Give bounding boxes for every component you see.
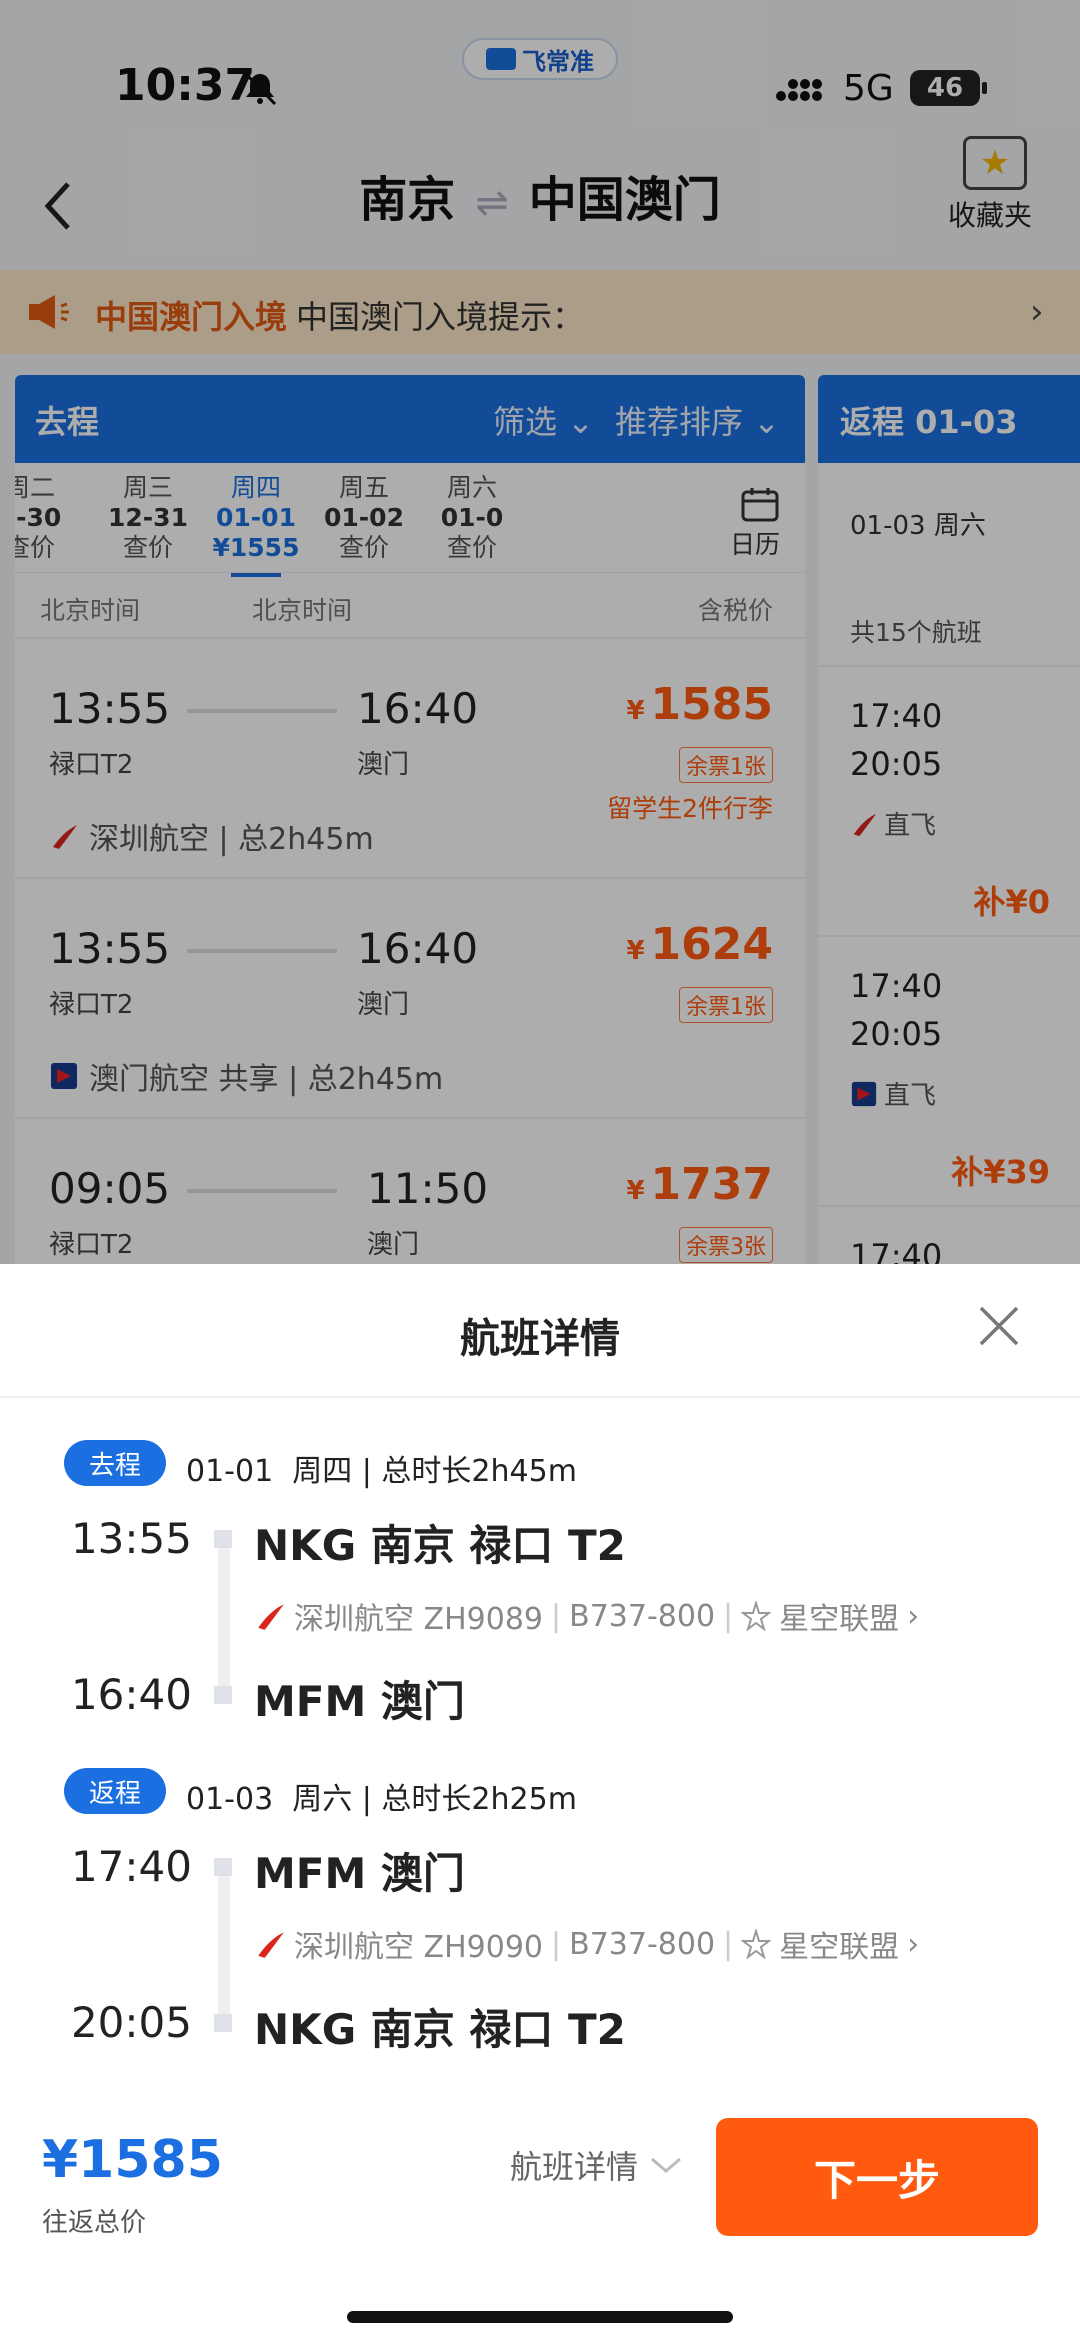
segment-aircraft: B737-800 — [569, 1926, 716, 1962]
segment-summary: 01-01 周四 | 总时长2h45m — [186, 1454, 577, 1489]
segment-pill: 去程 — [64, 1440, 166, 1486]
segment-aircraft: B737-800 — [569, 1598, 716, 1634]
segment-arr-stop: MFM 澳门 — [254, 1677, 465, 1726]
segment-dep-stop: NKG 南京 禄口 T2 — [254, 1521, 626, 1570]
segment-pill: 返程 — [64, 1768, 166, 1814]
segment-arr-time: 20:05 — [70, 1998, 192, 2047]
segment-airline: 深圳航空 ZH9089 — [294, 1602, 543, 1637]
separator: | — [551, 1598, 562, 1634]
modal-overlay[interactable] — [0, 0, 1080, 1264]
timeline-node — [214, 1530, 232, 1548]
total-price-label: 往返总价 — [42, 2208, 147, 2238]
home-indicator[interactable] — [347, 2311, 733, 2323]
segment-airline: 深圳航空 ZH9090 — [294, 1930, 543, 1965]
flight-detail-toggle[interactable]: 航班详情 — [510, 2142, 684, 2188]
shenzhen-airlines-icon — [258, 1604, 284, 1630]
segment-flight-info[interactable]: 深圳航空 ZH9090 | B737-800 | 星空联盟 › — [254, 1922, 919, 1966]
timeline-rail — [218, 1536, 230, 1696]
segment-arr-time: 16:40 — [70, 1670, 192, 1719]
timeline-node — [214, 1686, 232, 1704]
timeline-rail — [218, 1864, 230, 2024]
segment-dep-time: 13:55 — [70, 1514, 192, 1563]
segment-alliance: 星空联盟 — [779, 1602, 900, 1637]
separator: | — [551, 1926, 562, 1962]
star-alliance-icon — [741, 1601, 772, 1631]
chevron-right-icon: › — [907, 1598, 920, 1634]
segment-dep-time: 17:40 — [70, 1842, 192, 1891]
next-step-button[interactable]: 下一步 — [716, 2118, 1038, 2236]
divider — [0, 1396, 1080, 1398]
segment-alliance: 星空联盟 — [779, 1930, 900, 1965]
total-price: ¥1585 — [42, 2130, 223, 2190]
close-icon[interactable] — [975, 1302, 1023, 1350]
chevron-right-icon: › — [907, 1926, 920, 1962]
separator: | — [723, 1926, 734, 1962]
segment-flight-info[interactable]: 深圳航空 ZH9089 | B737-800 | 星空联盟 › — [254, 1594, 919, 1638]
chevron-down-icon — [651, 2157, 681, 2173]
star-alliance-icon — [741, 1929, 772, 1959]
sheet-title: 航班详情 — [460, 1316, 620, 1362]
shenzhen-airlines-icon — [258, 1932, 284, 1958]
timeline-node — [214, 2014, 232, 2032]
timeline-node — [214, 1858, 232, 1876]
bottom-action-bar: ¥1585 往返总价 航班详情 下一步 — [0, 2112, 1080, 2252]
separator: | — [723, 1598, 734, 1634]
detail-toggle-label: 航班详情 — [510, 2148, 639, 2186]
segment-dep-stop: MFM 澳门 — [254, 1849, 465, 1898]
segment-arr-stop: NKG 南京 禄口 T2 — [254, 2005, 626, 2054]
segment-summary: 01-03 周六 | 总时长2h25m — [186, 1782, 577, 1817]
flight-list-page: 10:37 飞常准 5G 46 南京 ⇌ 中国澳门 ★ 收藏夹 中国澳门入境 中… — [0, 0, 1080, 1264]
